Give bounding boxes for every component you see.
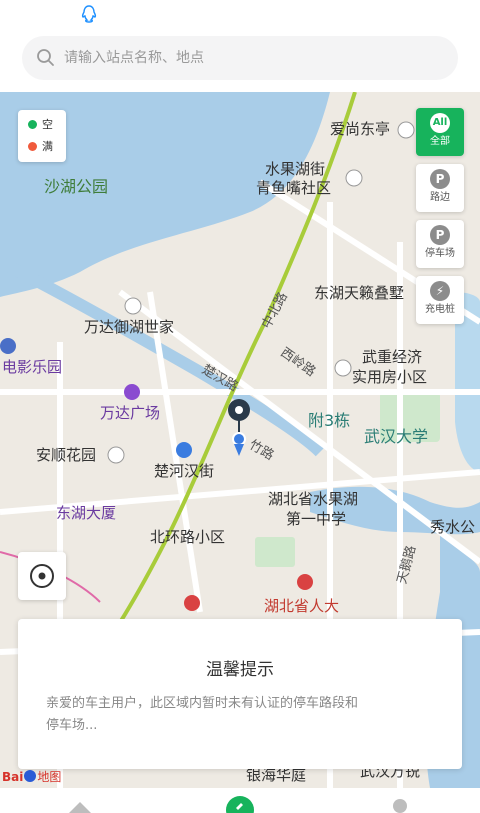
park-tab-icon[interactable] (226, 796, 254, 813)
legend-label-full: 满 (42, 140, 53, 153)
map-label-wuzhong2: 实用房小区 (352, 368, 428, 386)
map-label-shuiguo: 水果湖街 (265, 160, 326, 178)
qq-icon (81, 5, 97, 23)
bottom-nav (0, 788, 480, 813)
filter-parking-lot-label: 停车场 (425, 248, 455, 259)
filter-parking-lot-button[interactable]: P 停车场 (416, 220, 464, 268)
map-label-whu: 武汉大学 (364, 427, 429, 446)
home-tab-icon[interactable] (66, 798, 94, 813)
search-icon (37, 49, 54, 66)
search-input[interactable] (64, 36, 444, 80)
map-label-wuzhong1: 武重经济 (362, 348, 423, 366)
status-bar (0, 0, 480, 30)
park-school (255, 537, 295, 567)
search-box[interactable] (22, 36, 458, 80)
map-label-donghu-tian: 东湖天籁叠墅 (314, 284, 405, 302)
map-label-wanda-gc: 万达广场 (100, 404, 161, 422)
map-label-donghu-dasha: 东湖大厦 (56, 504, 117, 522)
filter-roadside-button[interactable]: P 路边 (416, 164, 464, 212)
baidu-paw-icon (24, 770, 37, 782)
map-view[interactable]: 沙湖公园 爱尚东亭 水果湖街 青鱼嘴社区 东湖天籁叠墅 中北路 万达御湖世家 电… (0, 92, 480, 788)
map-label-xiushui: 秀水公 (430, 518, 476, 536)
legend-dot-empty (28, 120, 37, 129)
map-label-wanda-yuhu: 万达御湖世家 (84, 318, 175, 336)
legend-full: 满 (28, 140, 53, 154)
tip-title: 温馨提示 (206, 660, 274, 680)
map-label-shuiguo-zx2: 第一中学 (286, 510, 347, 528)
profile-tab-icon[interactable] (392, 798, 408, 813)
filter-charger-label: 充电桩 (425, 304, 455, 315)
map-label-shahu: 沙湖公园 (44, 177, 109, 196)
map-label-aishang: 爱尚东亭 (330, 120, 391, 138)
tip-message: 亲爱的车主用户，此区域内暂时未有认证的停车路段和停车场... (46, 696, 359, 733)
baidu-logo: Bai 地图 (2, 768, 61, 785)
baidu-brand: Bai (2, 770, 24, 784)
locate-icon (30, 564, 54, 588)
search-bar (0, 30, 480, 92)
map-label-beihuan: 北环路小区 (150, 528, 226, 546)
map-label-dianying: 电影乐园 (2, 358, 63, 376)
legend-dot-full (28, 142, 37, 151)
legend-label-empty: 空 (42, 118, 53, 131)
tip-card: 温馨提示 亲爱的车主用户，此区域内暂时未有认证的停车路段和停车场... (18, 619, 462, 769)
parking-icon: P (430, 169, 450, 189)
baidu-suffix: 地图 (37, 770, 62, 784)
filter-roadside-label: 路边 (430, 192, 450, 203)
filter-all-button[interactable]: All 全部 (416, 108, 464, 156)
filter-charger-button[interactable]: ⚡ 充电桩 (416, 276, 464, 324)
map-label-fu3: 附3栋 (308, 411, 351, 430)
parking-lot-icon: P (430, 225, 450, 245)
legend-empty: 空 (28, 118, 53, 132)
map-label-rd-hubei: 湖北省人大 (264, 597, 340, 615)
filter-all-label: 全部 (430, 136, 450, 147)
map-label-chuhe: 楚河汉街 (154, 462, 215, 480)
locate-button[interactable] (18, 552, 66, 600)
legend: 空 满 (18, 110, 66, 162)
map-label-shuiguo-zx1: 湖北省水果湖 (268, 490, 359, 508)
map-label-anshun: 安顺花园 (36, 446, 97, 464)
map-label-qingyu: 青鱼嘴社区 (256, 179, 332, 197)
all-icon: All (430, 113, 450, 133)
lightning-icon: ⚡ (430, 281, 450, 301)
